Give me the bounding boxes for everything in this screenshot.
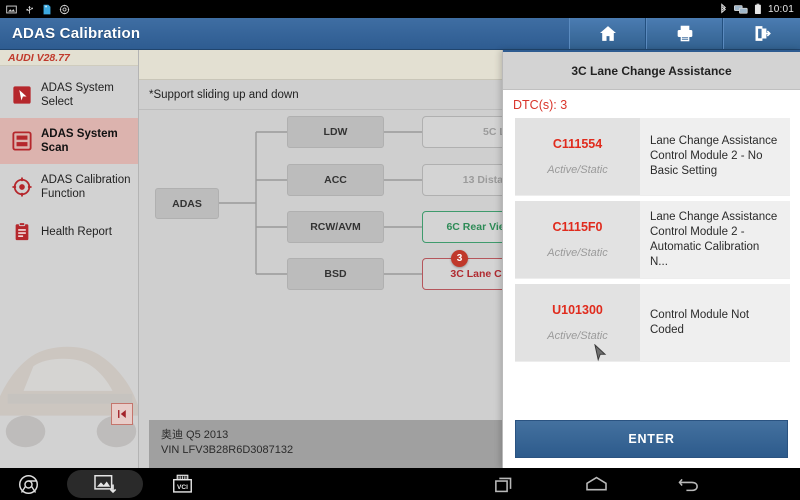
- panel-header-title: 3C Lane Change Assistance: [503, 52, 800, 90]
- sliding-hint-text: *Support sliding up and down: [149, 88, 299, 101]
- browser-button[interactable]: [18, 474, 39, 495]
- back-icon: [678, 478, 698, 491]
- sidebar-item-health-report[interactable]: Health Report: [0, 210, 138, 254]
- recents-icon: [495, 477, 512, 492]
- browser-icon: [19, 474, 38, 494]
- screenshot-capture-icon: [93, 474, 116, 493]
- vci-icon: VCI: [173, 474, 192, 493]
- dtc-description: Control Module Not Coded: [640, 284, 790, 361]
- fault-count-badge: 3: [451, 250, 468, 267]
- network-icon: [733, 4, 748, 14]
- exit-icon: [755, 26, 771, 41]
- dtc-code: C111554: [552, 137, 603, 151]
- topology-root-label: ADAS: [172, 197, 202, 210]
- bluetooth-icon: [721, 3, 726, 14]
- app-title-bar: ADAS Calibration: [0, 18, 800, 50]
- app-root: 10:01 ADAS Calibration AUDI V28.77 ADAS …: [0, 0, 800, 500]
- home-button[interactable]: [569, 18, 646, 49]
- topology-group-node-rcw-avm[interactable]: RCW/AVM: [287, 211, 384, 243]
- recents-button[interactable]: [494, 475, 515, 494]
- page-title: ADAS Calibration: [12, 25, 141, 42]
- cursor-select-icon: [12, 85, 32, 105]
- dtc-detail-panel: 3C Lane Change Assistance DTC(s): 3 C111…: [502, 50, 800, 468]
- print-button[interactable]: [646, 18, 723, 49]
- dtc-state: Active/Static: [547, 164, 608, 176]
- car-watermark-image: [0, 346, 138, 448]
- dtc-state: Active/Static: [547, 330, 608, 342]
- android-nav-bar: VCI: [0, 468, 800, 500]
- topology-group-label: ACC: [324, 174, 347, 186]
- dtc-code-cell: C1115F0 Active/Static: [515, 201, 640, 278]
- sidebar-item-label: ADAS System Scan: [41, 128, 118, 154]
- sidebar-item-label: Health Report: [41, 226, 112, 238]
- sidebar-item-adas-calibration-function[interactable]: ADAS Calibration Function: [0, 164, 138, 210]
- panel-footer: ENTER: [503, 412, 800, 468]
- sidebar-item-label: ADAS System Select: [41, 82, 114, 108]
- clipboard-report-icon: [12, 222, 32, 242]
- svg-text:VCI: VCI: [177, 483, 188, 490]
- topology-root-node[interactable]: ADAS: [155, 188, 219, 219]
- topology-group-label: LDW: [323, 126, 348, 138]
- settings-gear-icon: [59, 4, 70, 14]
- home-icon: [599, 26, 616, 41]
- dtc-description: Lane Change Assistance Control Module 2 …: [640, 201, 790, 278]
- sidebar-item-label: ADAS Calibration Function: [41, 174, 131, 200]
- back-button[interactable]: [678, 475, 700, 494]
- topology-group-node-bsd[interactable]: BSD: [287, 258, 384, 290]
- home-nav-button[interactable]: [585, 475, 608, 494]
- home-icon: [586, 476, 607, 490]
- nav-bar-app-shortcuts: VCI: [18, 470, 194, 498]
- sidebar-nav-list: ADAS System Select ADAS System Scan ADAS…: [0, 66, 138, 254]
- topology-group-node-acc[interactable]: ACC: [287, 164, 384, 196]
- screenshot-icon: [6, 5, 17, 13]
- topology-group-label: BSD: [324, 268, 347, 280]
- status-bar-left-icons: [6, 4, 70, 15]
- dtc-row[interactable]: U101300 Active/Static Control Module Not…: [515, 284, 790, 362]
- dtc-code-cell: U101300 Active/Static: [515, 284, 640, 361]
- enter-button[interactable]: ENTER: [515, 420, 788, 458]
- mouse-cursor-icon: [594, 344, 607, 362]
- dtc-code: U101300: [552, 303, 603, 317]
- dtc-state: Active/Static: [547, 247, 608, 259]
- status-bar-clock: 10:01: [767, 3, 794, 15]
- battery-icon: [754, 3, 761, 15]
- printer-icon: [677, 25, 692, 42]
- dtc-code: C1115F0: [552, 220, 603, 234]
- target-crosshair-icon: [12, 177, 32, 197]
- topology-group-label: RCW/AVM: [310, 221, 361, 233]
- nav-bar-system-buttons: [494, 475, 700, 494]
- dtc-row[interactable]: C111554 Active/Static Lane Change Assist…: [515, 118, 790, 196]
- usb-icon: [26, 5, 34, 14]
- title-bar-actions: [569, 18, 800, 49]
- dtc-row[interactable]: C1115F0 Active/Static Lane Change Assist…: [515, 201, 790, 279]
- dtc-count-label: DTC(s): 3: [513, 98, 568, 112]
- dtc-description: Lane Change Assistance Control Module 2 …: [640, 118, 790, 195]
- exit-button[interactable]: [723, 18, 800, 49]
- status-bar-right-icons: 10:01: [719, 3, 794, 15]
- sdcard-icon: [43, 4, 51, 14]
- dtc-code-cell: C111554 Active/Static: [515, 118, 640, 195]
- collapse-left-icon: [118, 410, 126, 418]
- scan-module-icon: [12, 131, 32, 151]
- sidebar-item-adas-system-scan[interactable]: ADAS System Scan: [0, 118, 138, 164]
- android-status-bar: 10:01: [0, 0, 800, 18]
- sidebar-item-adas-system-select[interactable]: ADAS System Select: [0, 72, 138, 118]
- screenshot-capture-button[interactable]: [67, 470, 143, 498]
- topology-group-node-ldw[interactable]: LDW: [287, 116, 384, 148]
- collapse-sidebar-button[interactable]: [111, 403, 133, 425]
- software-version-label: AUDI V28.77: [0, 50, 138, 66]
- dtc-list[interactable]: C111554 Active/Static Lane Change Assist…: [503, 118, 800, 412]
- vci-button[interactable]: VCI: [171, 474, 194, 495]
